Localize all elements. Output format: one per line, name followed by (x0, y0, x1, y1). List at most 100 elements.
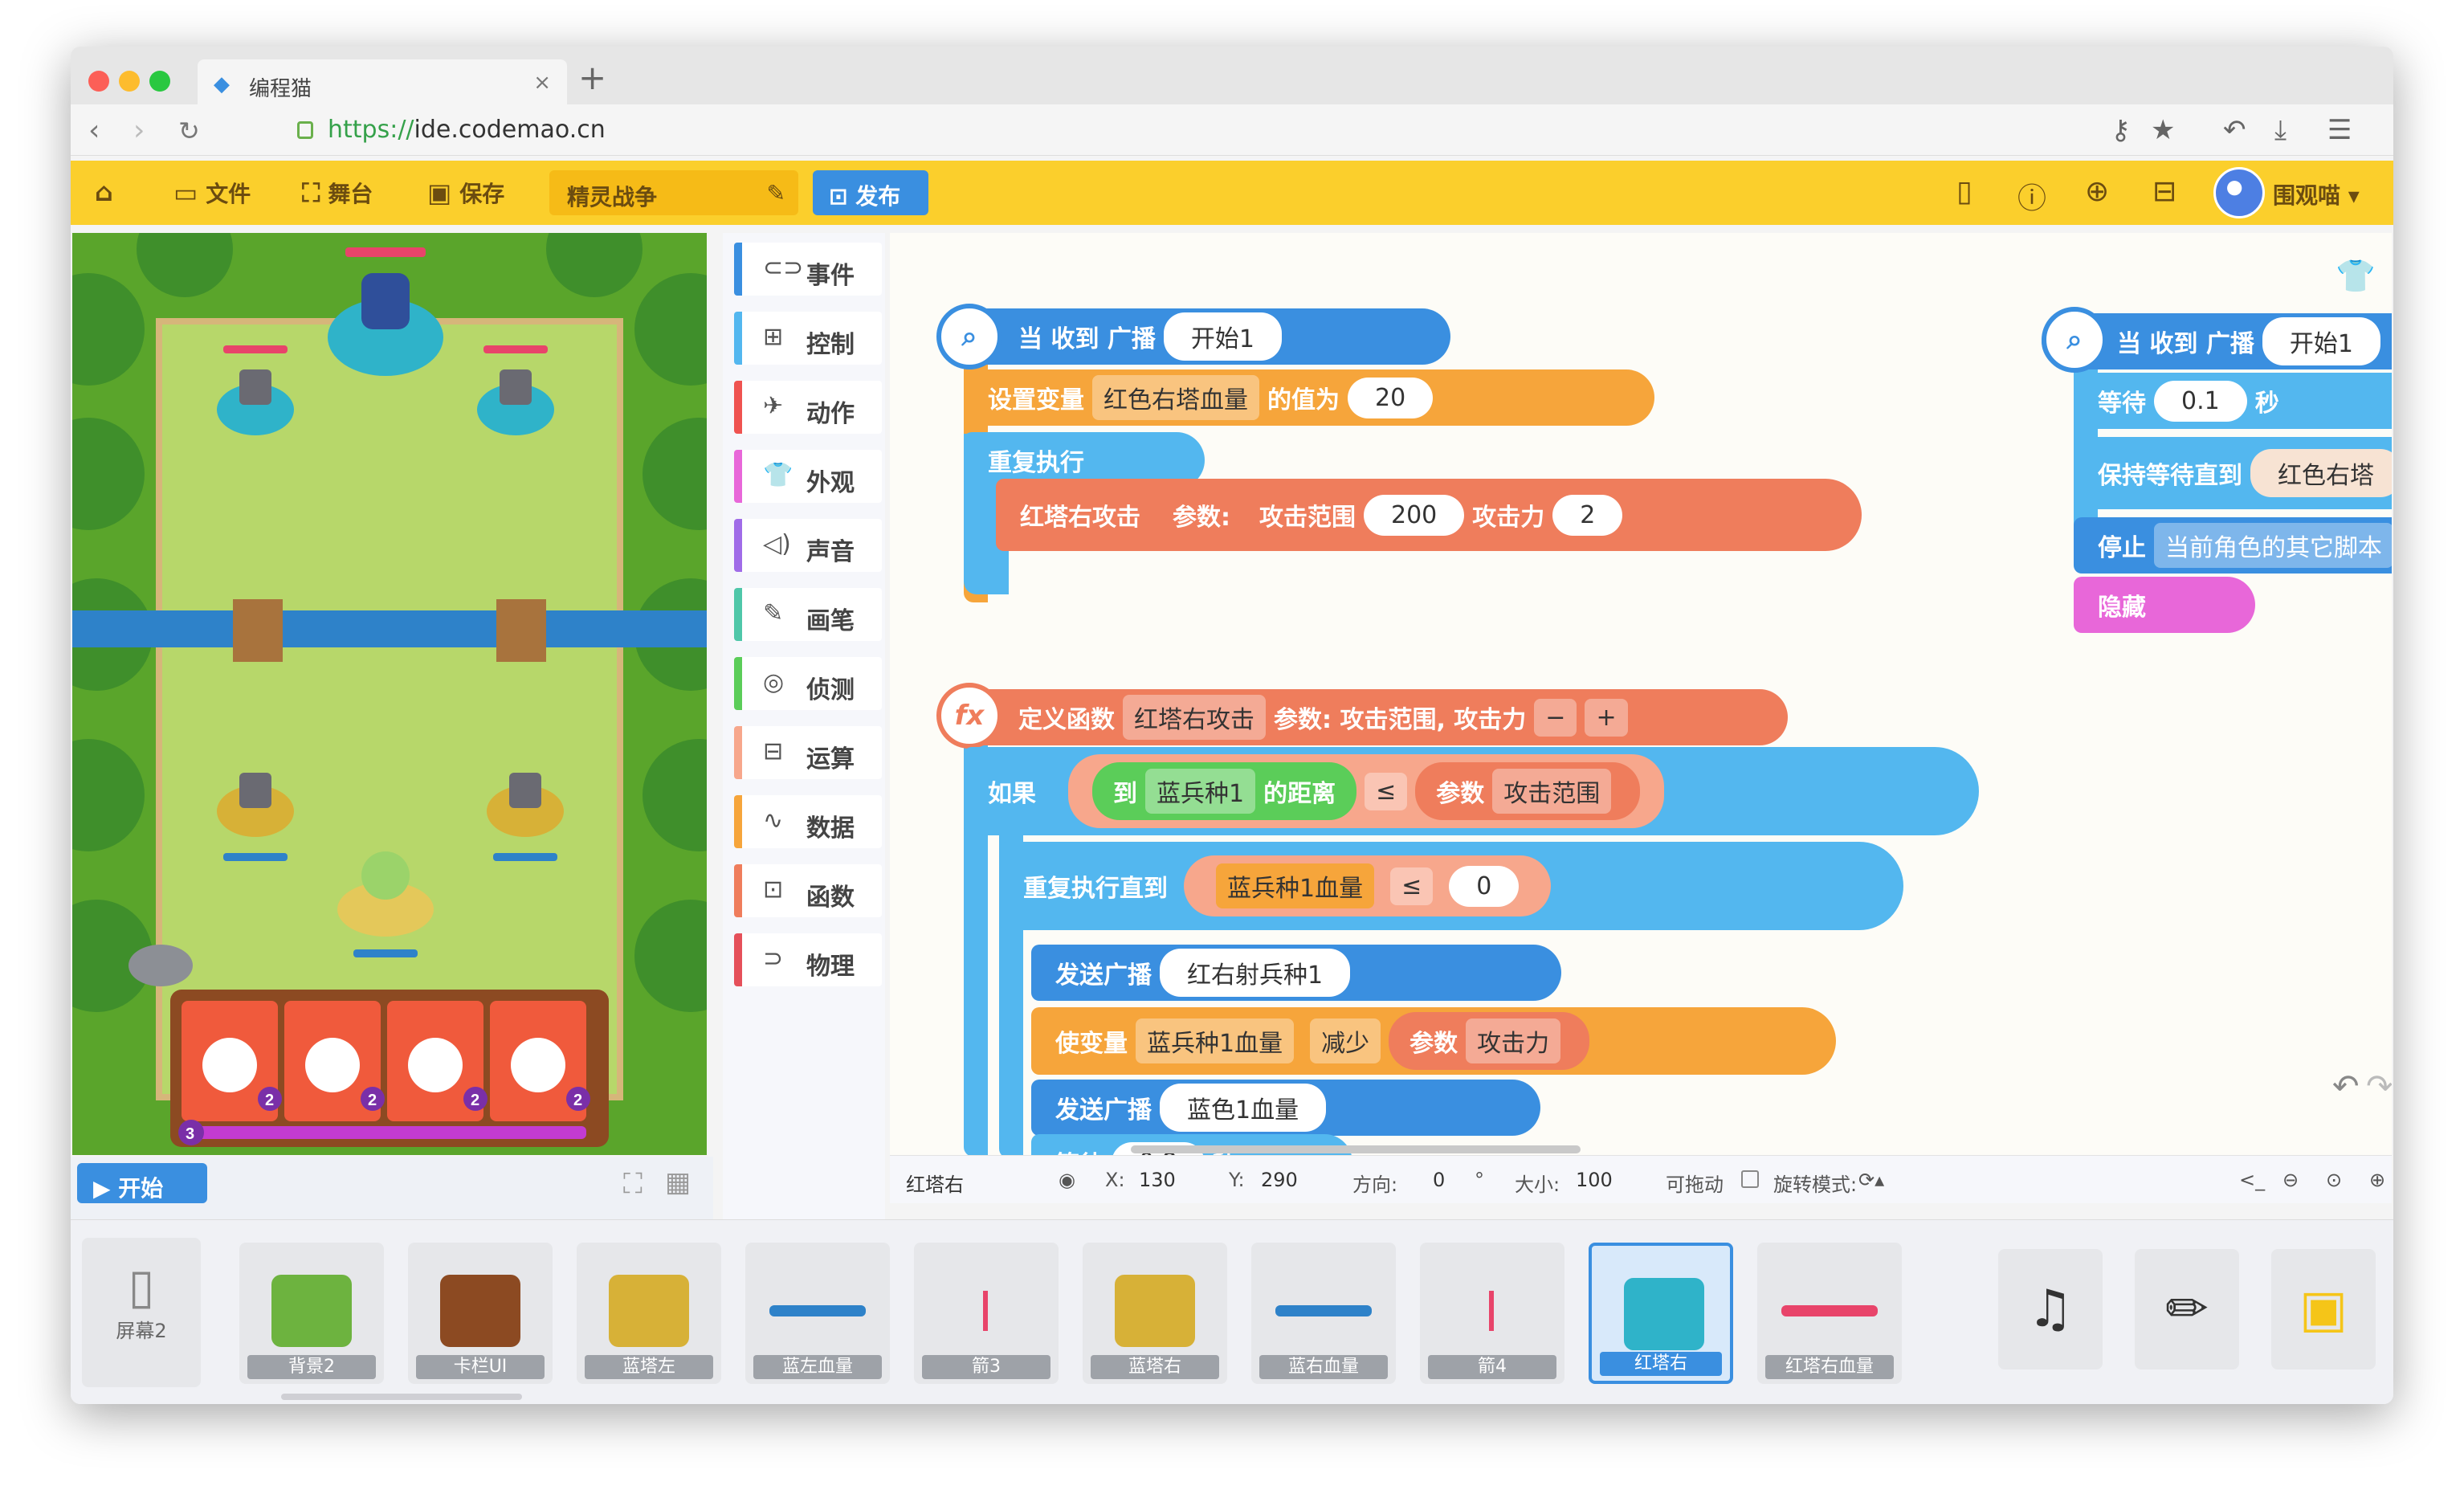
sprite-thumb[interactable]: 红塔右血量 (1757, 1243, 1902, 1384)
broadcast-value[interactable]: 开始1 (2262, 317, 2380, 365)
user-menu[interactable]: 围观喵 ▾ (2273, 178, 2360, 210)
operator-dropdown[interactable]: ≤ (1390, 867, 1434, 905)
message-input[interactable]: 红右射兵种1 (1160, 949, 1351, 997)
sprite-thumb[interactable]: 红塔右 (1589, 1243, 1733, 1384)
param-dropdown[interactable]: 攻击范围 (1492, 769, 1612, 814)
variable-dropdown[interactable]: 蓝兵种1血量 (1136, 1018, 1295, 1063)
category-10[interactable]: ⊃ 物理 (734, 933, 882, 986)
close-tab-icon[interactable]: × (533, 71, 551, 95)
screen-selector[interactable]: ▯ 屏幕2 (82, 1238, 201, 1387)
back-icon[interactable]: ‹ (88, 114, 100, 147)
rotation-mode-dropdown[interactable]: ⟳▴ (1858, 1169, 1884, 1191)
sprite-thumb[interactable]: 蓝右血量 (1251, 1243, 1396, 1384)
sprite-thumb[interactable]: 蓝塔右 (1083, 1243, 1227, 1384)
size-input[interactable]: 100 (1576, 1169, 1613, 1191)
broadcast-value[interactable]: 开始1 (1163, 312, 1282, 361)
wait-until-block[interactable]: 保持等待直到 红色右塔 (2074, 437, 2392, 509)
sprite-thumb[interactable]: 箭4 (1420, 1243, 1564, 1384)
file-menu-button[interactable]: ▭ 文件 (173, 177, 251, 209)
menu-icon[interactable]: ☰ (2327, 114, 2352, 146)
condition-slot[interactable]: 红色右塔 (2250, 449, 2392, 497)
value-input[interactable]: 20 (1348, 377, 1434, 418)
y-input[interactable]: 290 (1261, 1169, 1298, 1191)
wait-block[interactable]: 等待 0.1 秒 (2074, 373, 2392, 429)
costume-icon[interactable]: 👕 (2335, 257, 2376, 295)
home-button[interactable]: ⌂ (95, 177, 113, 207)
undo-icon[interactable]: ↶ (2332, 1068, 2360, 1105)
code-workspace[interactable]: 当 收到 广播 开始1 ⌕ 设置变量 红色右塔血量 的值为 20 重复执行 红塔右攻击参… (890, 233, 2392, 1155)
avatar[interactable] (2213, 167, 2265, 218)
set-variable-block[interactable]: 设置变量 红色右塔血量 的值为 20 (964, 369, 1654, 426)
function-name[interactable]: 红塔右攻击 (1123, 695, 1266, 740)
variable-dropdown[interactable]: 红色右塔血量 (1092, 375, 1259, 420)
change-mode-dropdown[interactable]: 减少 (1310, 1018, 1381, 1063)
target-dropdown[interactable]: 蓝兵种1 (1145, 769, 1256, 814)
tray-scrollbar[interactable] (281, 1394, 522, 1400)
reload-icon[interactable]: ↻ (178, 116, 200, 146)
minimize-window-button[interactable] (119, 71, 140, 92)
hide-block[interactable]: 隐藏 (2074, 577, 2255, 633)
star-icon[interactable]: ★ (2151, 114, 2175, 146)
remove-param-button[interactable]: − (1534, 698, 1577, 737)
category-7[interactable]: ⊟ 运算 (734, 726, 882, 779)
sprite-name[interactable]: 红塔右 (906, 1169, 964, 1197)
upload-button[interactable]: ▣ (2271, 1249, 2376, 1370)
category-3[interactable]: 👕 外观 (734, 450, 882, 503)
collapse-icon[interactable]: <_ (2239, 1169, 2265, 1191)
maximize-window-button[interactable] (149, 71, 170, 92)
stop-dropdown[interactable]: 当前角色的其它脚本 (2154, 523, 2392, 568)
key-icon[interactable]: ⚷ (2111, 114, 2131, 146)
stage-canvas[interactable]: 2 2 2 2 3 (72, 233, 707, 1155)
fullscreen-icon[interactable]: ⛶ (623, 1168, 643, 1200)
message-input[interactable]: 蓝色1血量 (1160, 1084, 1327, 1132)
sprite-thumb[interactable]: 箭3 (914, 1243, 1059, 1384)
zoom-in-icon[interactable]: ⊕ (2369, 1169, 2385, 1191)
grid-icon[interactable]: ▦ (665, 1166, 691, 1198)
paint-button[interactable]: ✏ (2135, 1249, 2239, 1370)
zoom-out-icon[interactable]: ⊖ (2282, 1169, 2299, 1191)
direction-input[interactable]: 0 (1433, 1169, 1445, 1191)
download-icon[interactable]: ⤓ (2274, 114, 2287, 146)
if-block[interactable]: 如果 到蓝兵种1 的距离 ≤ 参数 攻击范围 (964, 747, 1979, 835)
call-function-block[interactable]: 红塔右攻击 参数: 攻击范围 200 攻击力 2 (996, 479, 1862, 551)
sprite-thumb[interactable]: 蓝左血量 (745, 1243, 890, 1384)
define-function-block[interactable]: 定义函数 红塔右攻击 参数: 攻击范围, 攻击力 − + (946, 689, 1788, 745)
power-input[interactable]: 2 (1552, 494, 1623, 536)
sprite-thumb[interactable]: 蓝塔左 (577, 1243, 721, 1384)
repeat-until-block[interactable]: 重复执行直到 蓝兵种1血量 ≤ 0 (999, 842, 1903, 930)
redo-icon[interactable]: ↷ (2366, 1068, 2392, 1105)
param-dropdown[interactable]: 攻击力 (1466, 1018, 1561, 1063)
draggable-checkbox[interactable] (1741, 1170, 1759, 1188)
help-icon[interactable]: ⓘ (2017, 175, 2046, 217)
globe-icon[interactable]: ⊕ (2085, 175, 2109, 208)
broadcast-block[interactable]: 发送广播 红右射兵种1 (1031, 945, 1561, 1001)
stop-block[interactable]: 停止 当前角色的其它脚本 (2074, 517, 2392, 574)
save-button[interactable]: ▣ 保存 (427, 177, 504, 209)
x-input[interactable]: 130 (1139, 1169, 1176, 1191)
range-input[interactable]: 200 (1364, 494, 1465, 536)
wait-input[interactable]: 0.1 (2154, 380, 2247, 422)
add-param-button[interactable]: + (1585, 698, 1628, 737)
forward-icon[interactable]: › (133, 114, 145, 147)
new-tab-button[interactable]: + (578, 58, 606, 97)
operator-dropdown[interactable]: ≤ (1365, 772, 1408, 810)
gift-icon[interactable]: ⊟ (2152, 175, 2176, 208)
history-icon[interactable]: ↶ (2223, 114, 2246, 146)
sprite-thumb[interactable]: 卡栏UI (408, 1243, 553, 1384)
tablet-icon[interactable]: ▯ (1956, 175, 1972, 208)
visibility-icon[interactable]: ◉ (1059, 1169, 1075, 1191)
value-input[interactable]: 0 (1449, 865, 1520, 907)
sound-library-button[interactable]: ♫ (1998, 1249, 2103, 1370)
stage-menu-button[interactable]: ⛶ 舞台 (302, 177, 373, 209)
horizontal-scrollbar[interactable] (1131, 1145, 1581, 1153)
broadcast-block-2[interactable]: 发送广播 蓝色1血量 (1031, 1080, 1540, 1136)
browser-tab[interactable]: ◆ 编程猫 × (198, 59, 567, 104)
url-field[interactable]: https://ide.codemao.cn (297, 116, 606, 144)
category-6[interactable]: ◎ 侦测 (734, 657, 882, 710)
sprite-thumb[interactable]: 背景2 (239, 1243, 384, 1384)
start-button[interactable]: ▶ 开始 (77, 1163, 207, 1203)
close-window-button[interactable] (88, 71, 109, 92)
change-variable-block[interactable]: 使变量 蓝兵种1血量 减少 参数 攻击力 (1031, 1007, 1836, 1075)
category-1[interactable]: ⊞ 控制 (734, 312, 882, 365)
variable-dropdown[interactable]: 蓝兵种1血量 (1216, 863, 1375, 908)
